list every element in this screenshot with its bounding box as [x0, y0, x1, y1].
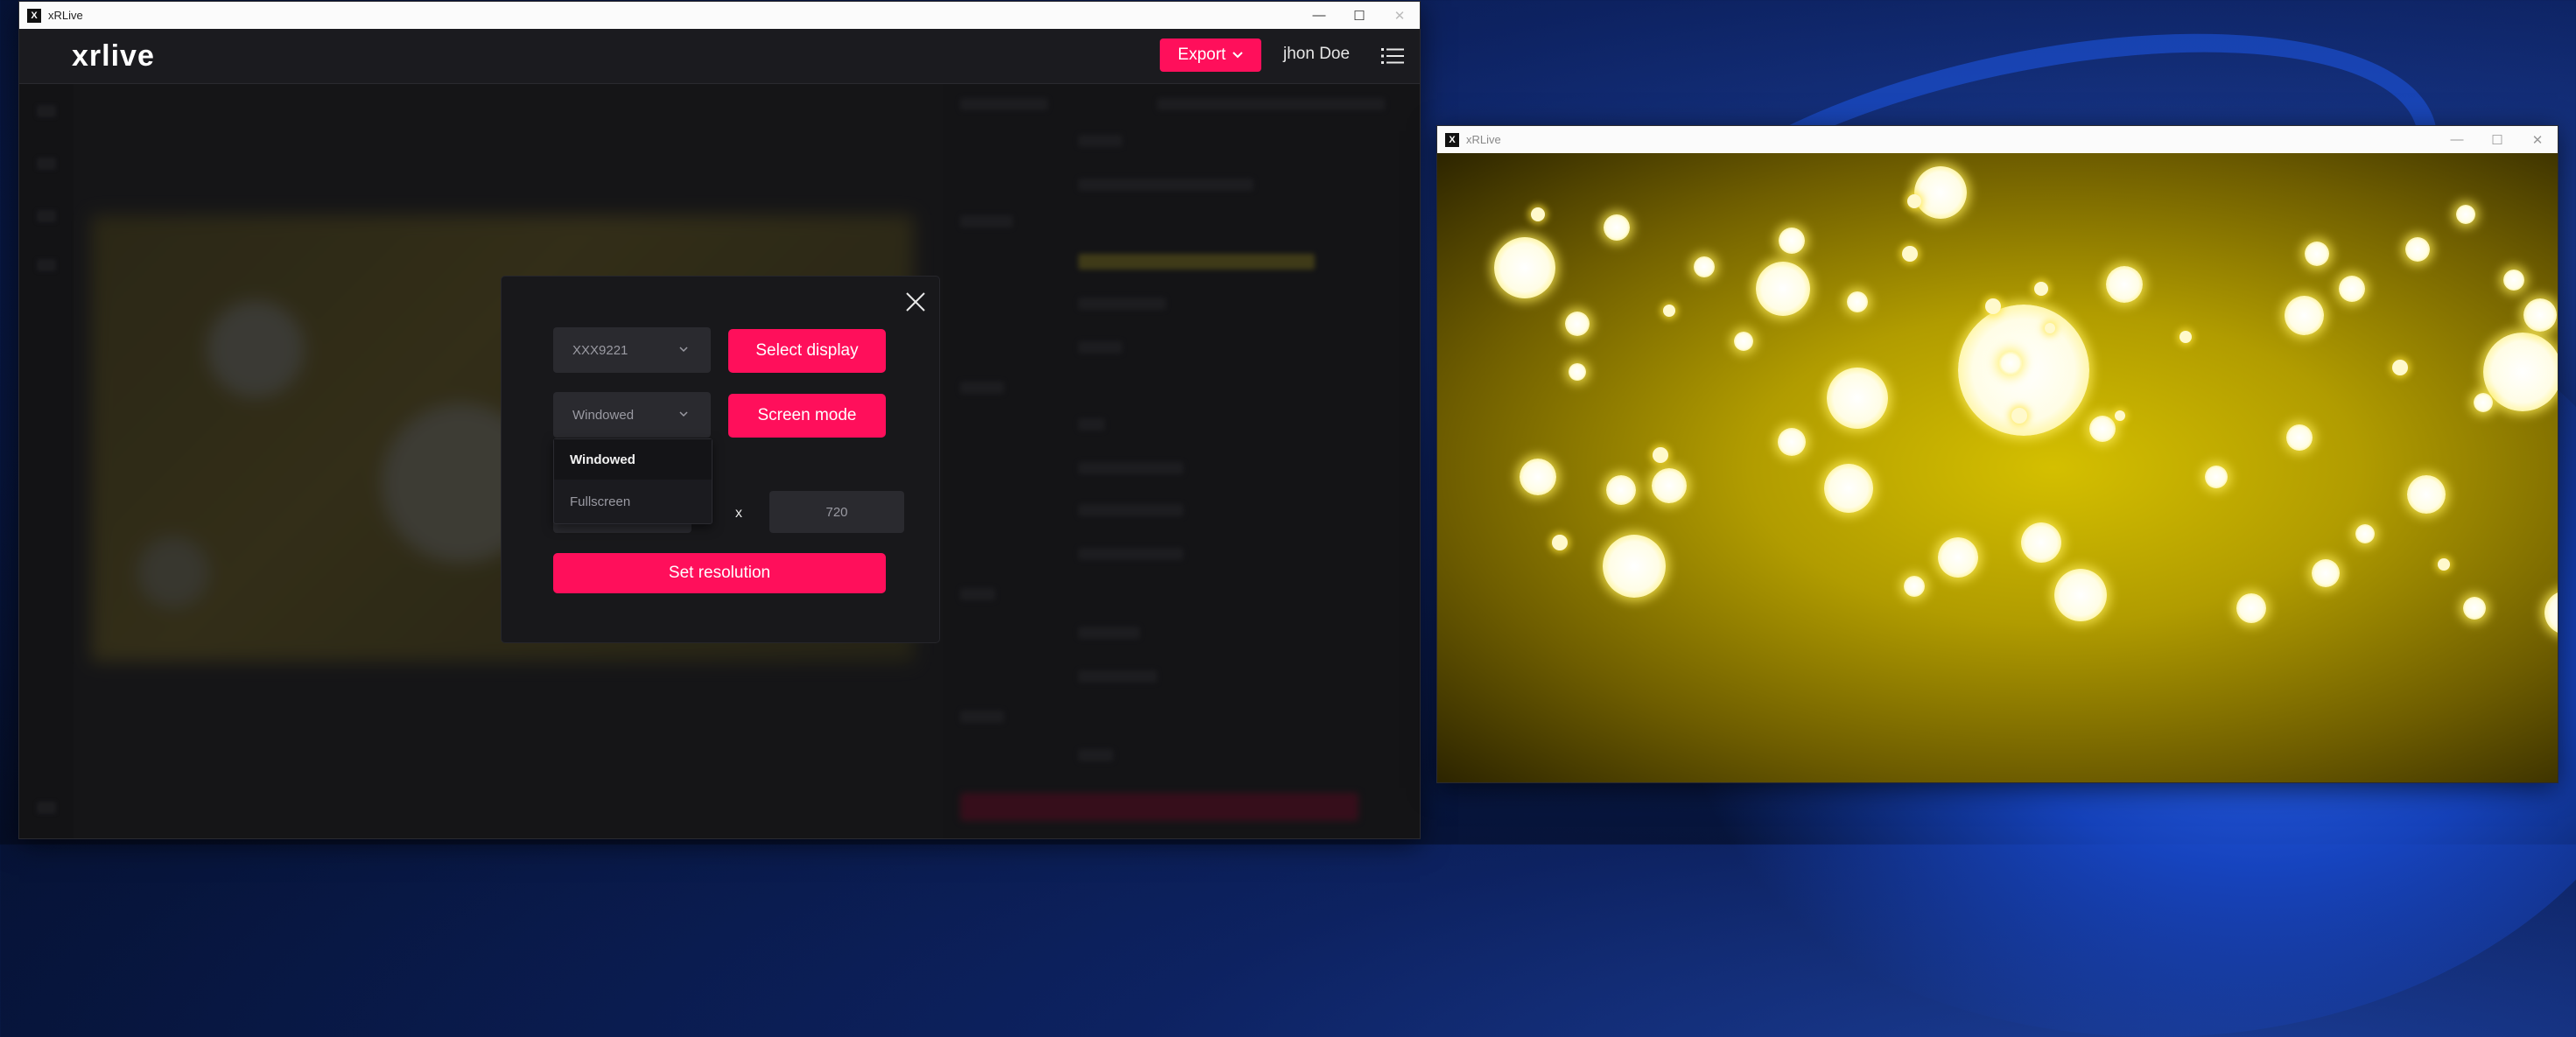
light-orb: [2045, 323, 2055, 333]
preview-window-titlebar[interactable]: X xRLive — ☐ ✕: [1437, 126, 2558, 153]
display-select-value: XXX9221: [572, 342, 628, 358]
set-resolution-button[interactable]: Set resolution: [553, 553, 886, 593]
light-orb: [2456, 205, 2475, 224]
light-orb: [2034, 282, 2048, 296]
light-orb: [1606, 475, 1636, 505]
chevron-down-icon: [679, 347, 688, 353]
export-label: Export: [1177, 46, 1226, 64]
light-orb: [1653, 447, 1668, 463]
minimize-button[interactable]: —: [1299, 2, 1339, 29]
light-orb: [2011, 408, 2027, 424]
light-orb: [1494, 237, 1555, 298]
light-orb: [2483, 333, 2558, 411]
screen-mode-dropdown: Windowed Fullscreen: [553, 438, 712, 524]
render-output-canvas: [1437, 153, 2558, 782]
app-header: xrlive Export jhon Doe: [19, 29, 1420, 84]
close-button[interactable]: ✕: [2517, 126, 2558, 153]
dropdown-option-fullscreen[interactable]: Fullscreen: [554, 481, 712, 522]
light-orb: [1652, 468, 1687, 503]
export-button[interactable]: Export: [1160, 39, 1261, 72]
light-orb: [1847, 291, 1868, 312]
light-orb: [1663, 305, 1675, 317]
light-orb: [1999, 352, 2022, 375]
light-orb: [1756, 262, 1810, 316]
light-orb: [2236, 593, 2266, 623]
select-display-button[interactable]: Select display: [728, 329, 886, 373]
window-title: xRLive: [48, 9, 83, 22]
light-orb: [1734, 332, 1753, 351]
close-button[interactable]: ✕: [1379, 2, 1420, 29]
light-orb: [2179, 331, 2192, 343]
main-window-titlebar[interactable]: X xRLive — ☐ ✕: [19, 2, 1420, 29]
light-orb: [2021, 522, 2061, 563]
light-orb: [2305, 242, 2329, 266]
xrlive-logo: xrlive: [72, 39, 155, 73]
light-orb: [2544, 591, 2558, 634]
app-logo-icon: X: [27, 8, 41, 23]
light-orb: [2115, 410, 2125, 421]
dropdown-option-windowed[interactable]: Windowed: [554, 439, 712, 480]
light-orb: [2474, 393, 2493, 412]
preview-window-title: xRLive: [1466, 133, 1501, 146]
screen-mode-select[interactable]: Windowed: [553, 392, 711, 438]
light-orb: [1902, 246, 1918, 262]
light-orb: [2312, 559, 2340, 587]
light-orb: [2054, 569, 2107, 621]
light-orb: [2407, 475, 2446, 514]
light-orb: [2463, 597, 2486, 620]
light-orb: [2503, 270, 2524, 291]
light-orb: [1569, 363, 1586, 381]
light-orb: [1520, 459, 1556, 495]
screen-mode-value: Windowed: [572, 407, 635, 423]
screen-mode-label: Screen mode: [757, 406, 857, 424]
light-orb: [2438, 558, 2450, 571]
light-orb: [2339, 276, 2365, 302]
light-orb: [1531, 207, 1545, 221]
display-select[interactable]: XXX9221: [553, 327, 711, 373]
maximize-button[interactable]: ☐: [2477, 126, 2517, 153]
light-orb: [2284, 295, 2324, 335]
light-orb: [1914, 166, 1967, 219]
light-orb: [2205, 466, 2228, 488]
resolution-height-value: 720: [825, 504, 848, 520]
light-orb: [1827, 368, 1888, 429]
app-logo-icon: X: [1445, 132, 1459, 147]
light-orb: [2355, 524, 2375, 543]
light-orb: [2089, 416, 2116, 442]
preview-window: X xRLive — ☐ ✕: [1437, 126, 2558, 782]
light-orb: [2106, 266, 2143, 303]
set-resolution-label: Set resolution: [668, 564, 771, 582]
display-settings-modal: XXX9221 Select display Windowed Screen m…: [502, 277, 939, 642]
light-orb: [2392, 360, 2408, 375]
light-orb: [1552, 535, 1568, 550]
light-orb: [1985, 298, 2001, 314]
light-orb: [1694, 256, 1715, 277]
resolution-separator: x: [735, 506, 742, 521]
light-orb: [1938, 537, 1978, 578]
light-orb: [2523, 298, 2557, 332]
screen-mode-button[interactable]: Screen mode: [728, 394, 886, 438]
light-orb: [2405, 237, 2430, 262]
select-display-label: Select display: [755, 341, 859, 360]
user-name[interactable]: jhon Doe: [1283, 45, 1350, 64]
chevron-down-icon: [679, 411, 688, 417]
light-orb: [1779, 228, 1805, 254]
light-orb: [1565, 312, 1590, 336]
close-icon[interactable]: [904, 291, 927, 313]
light-orb: [1907, 194, 1921, 208]
maximize-button[interactable]: ☐: [1339, 2, 1379, 29]
main-app-window: X xRLive — ☐ ✕ xrlive Export jhon Doe XX…: [19, 2, 1420, 838]
light-orb: [1604, 214, 1630, 241]
minimize-button[interactable]: —: [2437, 126, 2477, 153]
menu-list-icon[interactable]: [1381, 46, 1404, 66]
light-orb: [1904, 576, 1925, 597]
light-orb: [1824, 464, 1873, 513]
light-orb: [1778, 428, 1806, 456]
light-orb: [2286, 424, 2313, 451]
light-orb: [1603, 535, 1666, 598]
chevron-down-icon: [1232, 52, 1244, 59]
resolution-height-input[interactable]: 720: [769, 491, 904, 533]
